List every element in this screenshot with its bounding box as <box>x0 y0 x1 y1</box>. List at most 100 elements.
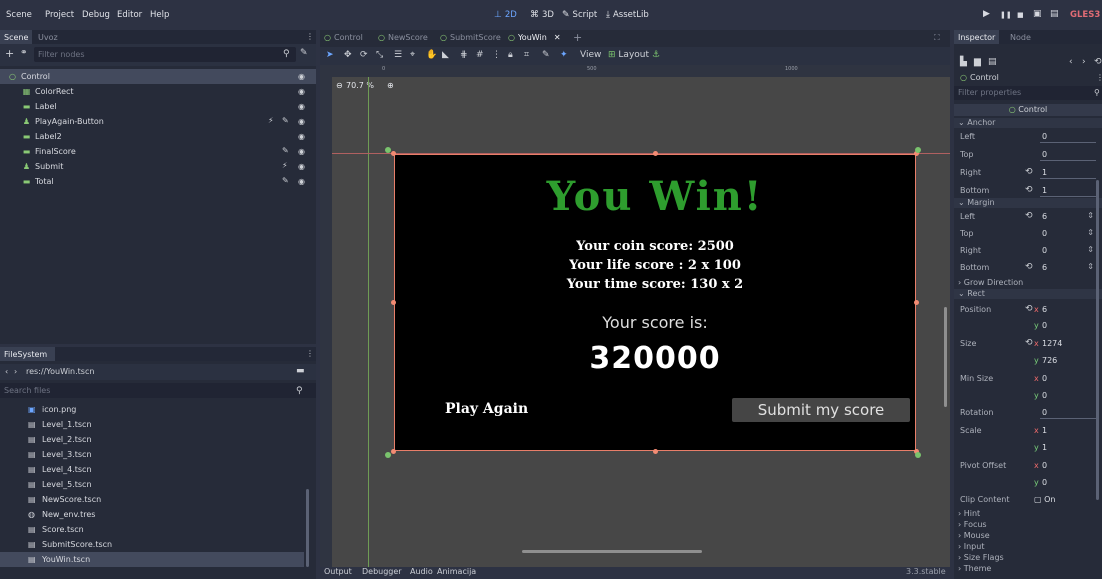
signal-icon[interactable]: ⚡ <box>282 161 288 170</box>
file-item[interactable]: ▤ SubmitScore.tscn <box>0 537 304 552</box>
anchor-handle[interactable] <box>385 452 391 458</box>
save-resource-icon[interactable]: ▤ <box>988 57 997 67</box>
grid-snap-icon[interactable]: # <box>476 50 484 60</box>
tree-node-finalscore[interactable]: ▬ FinalScore ✎ ◉ <box>0 144 316 159</box>
prop-scale-x[interactable]: Scale x 1 <box>954 423 1102 439</box>
section-size-flags[interactable]: › Size Flags <box>954 553 1102 563</box>
anchor-handle[interactable] <box>385 147 391 153</box>
dock-menu-icon[interactable]: ⋮ <box>306 32 314 41</box>
resize-handle[interactable] <box>653 151 658 156</box>
tab-animation[interactable]: Animacija <box>437 567 476 576</box>
rotate-mode-icon[interactable]: ⟳ <box>360 50 368 60</box>
tab-uvoz[interactable]: Uvoz <box>34 30 62 44</box>
canvas-vscrollbar[interactable] <box>944 307 947 407</box>
play-scene-icon[interactable]: ▣ <box>1033 9 1042 19</box>
prop-position-x[interactable]: Position ⟲ x 6 <box>954 302 1102 318</box>
section-grow-direction[interactable]: › Grow Direction <box>954 278 1102 288</box>
prop-position-y[interactable]: y0 <box>954 318 1102 334</box>
file-item[interactable]: ◍ New_env.tres <box>0 507 304 522</box>
prop-minsize-x[interactable]: Min Size x 0 <box>954 371 1102 387</box>
pan-mode-icon[interactable]: ✋ <box>426 50 437 60</box>
play-again-button[interactable]: Play Again <box>445 401 528 417</box>
revert-icon[interactable]: ⟲ <box>1025 304 1033 314</box>
visibility-eye-icon[interactable]: ◉ <box>298 147 305 156</box>
camera-override-icon[interactable]: ✦ <box>560 50 568 60</box>
section-margin[interactable]: ⌄ Margin <box>954 198 1102 208</box>
signal-icon[interactable]: ⚡ <box>268 116 274 125</box>
history-back-icon[interactable]: ‹ <box>1069 57 1073 67</box>
current-path[interactable]: res://YouWin.tscn <box>26 367 94 376</box>
file-item[interactable]: ▤ NewScore.tscn <box>0 492 304 507</box>
menu-help[interactable]: Help <box>150 10 169 20</box>
load-resource-icon[interactable]: ▆ <box>974 57 981 67</box>
prop-anchor-right[interactable]: Right ⟲ 1 <box>954 165 1102 181</box>
prop-size-x[interactable]: Size ⟲ x 1274 <box>954 336 1102 352</box>
scene-tab-control[interactable]: ○ Control <box>324 33 363 42</box>
skeleton-icon[interactable]: ✎ <box>542 50 550 60</box>
smart-snap-icon[interactable]: ⋕ <box>460 50 468 60</box>
zoom-out-icon[interactable]: ⊖ <box>336 81 343 90</box>
section-hint[interactable]: › Hint <box>954 509 1102 519</box>
file-item[interactable]: ▤ Level_4.tscn <box>0 462 304 477</box>
resize-handle[interactable] <box>391 300 396 305</box>
tab-filesystem[interactable]: FileSystem <box>0 347 56 361</box>
prop-scale-y[interactable]: y1 <box>954 440 1102 456</box>
section-input[interactable]: › Input <box>954 542 1102 552</box>
tab-inspector[interactable]: Inspector <box>954 30 1000 44</box>
new-scene-tab-icon[interactable]: + <box>573 31 582 44</box>
section-mouse[interactable]: › Mouse <box>954 531 1102 541</box>
zoom-reset-button[interactable]: 70.7 % <box>346 81 374 90</box>
spinner-icon[interactable]: ⇕ <box>1087 262 1094 271</box>
prop-margin-left[interactable]: Left ⟲ 6 ⇕ <box>954 209 1102 225</box>
play-icon[interactable]: ▶ <box>983 9 990 19</box>
object-menu-icon[interactable]: ⋮ <box>1096 73 1102 82</box>
object-history-icon[interactable]: ⟲ <box>1094 57 1102 67</box>
visibility-eye-icon[interactable]: ◉ <box>298 162 305 171</box>
scene-tab-newscore[interactable]: ○ NewScore <box>378 33 428 42</box>
canvas-hscrollbar[interactable] <box>522 550 702 553</box>
tree-node-submit[interactable]: ♟ Submit ⚡ ◉ <box>0 159 316 174</box>
prop-margin-bottom[interactable]: Bottom ⟲ 6 ⇕ <box>954 260 1102 276</box>
file-item[interactable]: ▤ Level_1.tscn <box>0 417 304 432</box>
spinner-icon[interactable]: ⇕ <box>1087 228 1094 237</box>
prop-clip-content[interactable]: Clip Content ▢ On <box>954 492 1102 508</box>
prop-margin-top[interactable]: Top 0 ⇕ <box>954 226 1102 242</box>
section-focus[interactable]: › Focus <box>954 520 1102 530</box>
filter-nodes-input[interactable]: Filter nodes <box>34 47 296 62</box>
resize-handle[interactable] <box>653 449 658 454</box>
move-mode-icon[interactable]: ✥ <box>344 50 352 60</box>
scale-mode-icon[interactable]: ⤡ <box>376 50 383 60</box>
history-forward-icon[interactable]: › <box>1082 57 1086 67</box>
tree-node-control[interactable]: ○ Control ◉ <box>0 69 316 84</box>
anchor-handle[interactable] <box>915 452 921 458</box>
visibility-eye-icon[interactable]: ◉ <box>298 177 305 186</box>
prop-anchor-bottom[interactable]: Bottom ⟲ 1 <box>954 183 1102 199</box>
revert-icon[interactable]: ⟲ <box>1025 338 1033 348</box>
prop-size-y[interactable]: y 726 <box>954 353 1102 369</box>
pause-icon[interactable]: ❚❚ <box>1000 11 1012 19</box>
workspace-3d-button[interactable]: ⌘ 3D <box>530 10 554 20</box>
workspace-2d-button[interactable]: ⊥ 2D <box>494 10 517 20</box>
zoom-in-icon[interactable]: ⊕ <box>387 81 394 90</box>
game-canvas-preview[interactable]: You Win! Your coin score: 2500 Your life… <box>394 154 916 451</box>
prop-anchor-top[interactable]: Top 0 <box>954 147 1102 163</box>
workspace-assetlib-button[interactable]: ⤓ AssetLib <box>606 10 649 20</box>
back-icon[interactable]: ‹ <box>5 367 8 376</box>
visibility-eye-icon[interactable]: ◉ <box>298 117 305 126</box>
tab-scene[interactable]: Scene <box>0 30 33 44</box>
section-theme[interactable]: › Theme <box>954 564 1102 574</box>
revert-icon[interactable]: ⟲ <box>1025 167 1033 177</box>
prop-minsize-y[interactable]: y0 <box>954 388 1102 404</box>
clip-content-checkbox[interactable]: ▢ On <box>1034 495 1055 504</box>
select-mode-icon[interactable]: ➤ <box>326 50 334 60</box>
resize-handle[interactable] <box>914 300 919 305</box>
menu-project[interactable]: Project <box>45 10 74 20</box>
anchor-icon[interactable]: ⚓ <box>652 50 660 60</box>
file-item-selected[interactable]: ▤ YouWin.tscn <box>0 552 304 567</box>
snap-options-icon[interactable]: ⋮ <box>492 50 501 60</box>
file-item[interactable]: ▤ Level_3.tscn <box>0 447 304 462</box>
play-custom-scene-icon[interactable]: ▤ <box>1050 9 1059 19</box>
spinner-icon[interactable]: ⇕ <box>1087 211 1094 220</box>
tree-node-total[interactable]: ▬ Total ✎ ◉ <box>0 174 316 189</box>
resize-handle[interactable] <box>391 151 396 156</box>
